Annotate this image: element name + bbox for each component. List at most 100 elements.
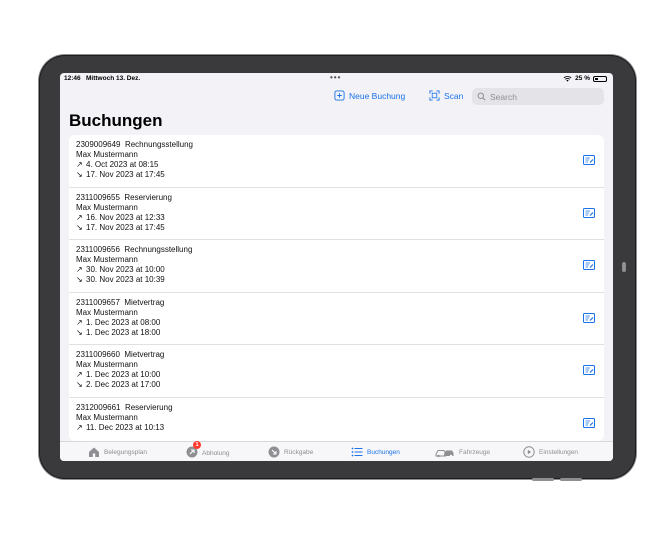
wifi-icon [563, 75, 572, 82]
tab-rueckgabe[interactable]: Rückgabe [268, 446, 313, 458]
scan-icon [429, 90, 440, 101]
booking-type: Reservierung [124, 192, 172, 202]
booking-row[interactable]: 2311009656 Rechnungsstellung Max Musterm… [69, 240, 604, 293]
customer-name: Max Mustermann [76, 360, 138, 369]
pickup-arrow-icon: ↗ [76, 212, 83, 222]
customer-name: Max Mustermann [76, 202, 138, 212]
arrow-down-right-circle-icon [268, 446, 280, 458]
customer-name: Max Mustermann [76, 150, 138, 159]
tab-belegungsplan[interactable]: Belegungsplan [88, 446, 147, 458]
tab-bar: Belegungsplan 1 Abholung Rückgabe Buchun… [60, 441, 613, 461]
pickup-badge: 1 [193, 441, 201, 449]
new-booking-button[interactable]: Neue Buchung [334, 90, 405, 101]
pickup-date: 1. Dec 2023 at 08:00 [86, 317, 161, 327]
booking-header: 2309009649 Rechnungsstellung [76, 140, 604, 150]
edit-booking-icon[interactable] [583, 417, 595, 428]
edit-booking-icon[interactable] [583, 312, 595, 323]
app-screen: 12:46 Mittwoch 13. Dez. ••• 25 % Neue Bu… [60, 73, 613, 461]
pickup-date: 30. Nov 2023 at 10:00 [86, 265, 165, 274]
return-date: 1. Dec 2023 at 18:00 [86, 327, 161, 337]
booking-number: 2311009660 [76, 350, 120, 359]
scan-button[interactable]: Scan [429, 90, 463, 101]
pickup-date: 16. Nov 2023 at 12:33 [86, 212, 165, 222]
pickup-arrow-icon: ↗ [76, 160, 83, 169]
new-booking-label: Neue Buchung [349, 90, 406, 101]
return-arrow-icon: ↘ [76, 327, 83, 337]
return-arrow-icon: ↘ [76, 275, 83, 284]
top-button-2 [560, 478, 582, 481]
edit-booking-icon[interactable] [583, 207, 595, 218]
edit-booking-icon[interactable] [583, 365, 595, 375]
multitasking-dots-icon[interactable]: ••• [330, 73, 341, 82]
list-bullet-icon [351, 447, 363, 457]
edit-booking-icon[interactable] [583, 260, 595, 270]
booking-header: 2311009657 Mietvertrag [76, 298, 604, 308]
page-title: Buchungen [69, 111, 163, 130]
scan-label: Scan [444, 90, 464, 101]
return-date: 2. Dec 2023 at 17:00 [86, 380, 161, 389]
pickup-tab-icon-wrap: 1 [186, 441, 201, 460]
tab-einstellungen[interactable]: Einstellungen [523, 446, 578, 458]
return-date: 17. Nov 2023 at 17:45 [86, 170, 165, 179]
return-date: 17. Nov 2023 at 17:45 [86, 222, 165, 232]
booking-header: 2311009656 Rechnungsstellung [76, 245, 604, 255]
booking-header: 2311009655 Reservierung [76, 193, 604, 203]
tab-fahrzeuge[interactable]: Fahrzeuge [435, 446, 490, 458]
booking-number: 2311009657 [76, 297, 120, 307]
tab-label: Belegungsplan [104, 448, 148, 456]
booking-type: Rechnungsstellung [124, 140, 193, 149]
tab-label: Fahrzeuge [459, 448, 491, 456]
tab-abholung[interactable]: 1 Abholung [186, 441, 230, 460]
pickup-date: 4. Oct 2023 at 08:15 [86, 160, 159, 169]
tab-label: Buchungen [367, 448, 400, 456]
booking-row[interactable]: 2311009657 Mietvertrag Max Mustermann ↗ 1… [69, 293, 604, 345]
house-icon [89, 447, 99, 457]
booking-row[interactable]: 2309009649 Rechnungsstellung Max Musterm… [69, 135, 604, 188]
return-date: 30. Nov 2023 at 10:39 [86, 275, 165, 284]
play-circle-icon [523, 446, 535, 458]
tab-label: Rückgabe [284, 448, 314, 456]
customer-name: Max Mustermann [76, 412, 138, 422]
booking-row[interactable]: 2311009660 Mietvertrag Max Mustermann ↗ 1… [69, 345, 604, 398]
pickup-arrow-icon: ↗ [76, 370, 83, 379]
pickup-arrow-icon: ↗ [76, 265, 83, 274]
car-icon [435, 450, 454, 458]
status-date: Mittwoch 13. Dez. [86, 75, 141, 82]
booking-type: Mietvertrag [124, 297, 165, 307]
pickup-date: 1. Dec 2023 at 10:00 [86, 370, 161, 379]
booking-header: 2312009661 Reservierung [76, 403, 604, 413]
search-field[interactable] [472, 88, 604, 105]
booking-type: Rechnungsstellung [124, 245, 193, 254]
pickup-arrow-icon: ↗ [76, 317, 83, 327]
pickup-date: 11. Dec 2023 at 10:13 [86, 422, 165, 432]
booking-number: 2309009649 [76, 140, 121, 149]
side-button [622, 262, 626, 272]
booking-number: 2311009656 [76, 245, 120, 254]
booking-header: 2311009660 Mietvertrag [76, 350, 604, 360]
tab-label: Einstellungen [539, 448, 579, 456]
booking-list: 2309009649 Rechnungsstellung Max Musterm… [69, 135, 604, 441]
booking-type: Mietvertrag [124, 350, 165, 359]
status-time: 12:46 [64, 75, 81, 82]
search-icon [477, 92, 486, 101]
edit-booking-icon[interactable] [583, 155, 595, 165]
status-right: 25 % [563, 75, 607, 82]
top-button-1 [532, 478, 554, 481]
booking-number: 2311009655 [76, 192, 120, 202]
search-input[interactable] [490, 91, 600, 102]
booking-row[interactable]: 2312009661 Reservierung Max Mustermann ↗… [69, 398, 604, 442]
tab-label: Abholung [202, 449, 230, 457]
return-arrow-icon: ↘ [76, 380, 83, 389]
booking-type: Reservierung [124, 402, 173, 412]
status-bar: 12:46 Mittwoch 13. Dez. ••• 25 % [60, 73, 613, 85]
pickup-arrow-icon: ↗ [76, 422, 83, 432]
battery-percent: 25 % [575, 75, 590, 82]
return-arrow-icon: ↘ [76, 222, 83, 232]
plus-square-icon [334, 90, 345, 101]
customer-name: Max Mustermann [76, 255, 138, 264]
battery-icon [593, 75, 607, 82]
tab-buchungen[interactable]: Buchungen [351, 446, 400, 458]
customer-name: Max Mustermann [76, 307, 138, 317]
booking-number: 2312009661 [76, 402, 121, 412]
booking-row[interactable]: 2311009655 Reservierung Max Mustermann ↗… [69, 188, 604, 240]
